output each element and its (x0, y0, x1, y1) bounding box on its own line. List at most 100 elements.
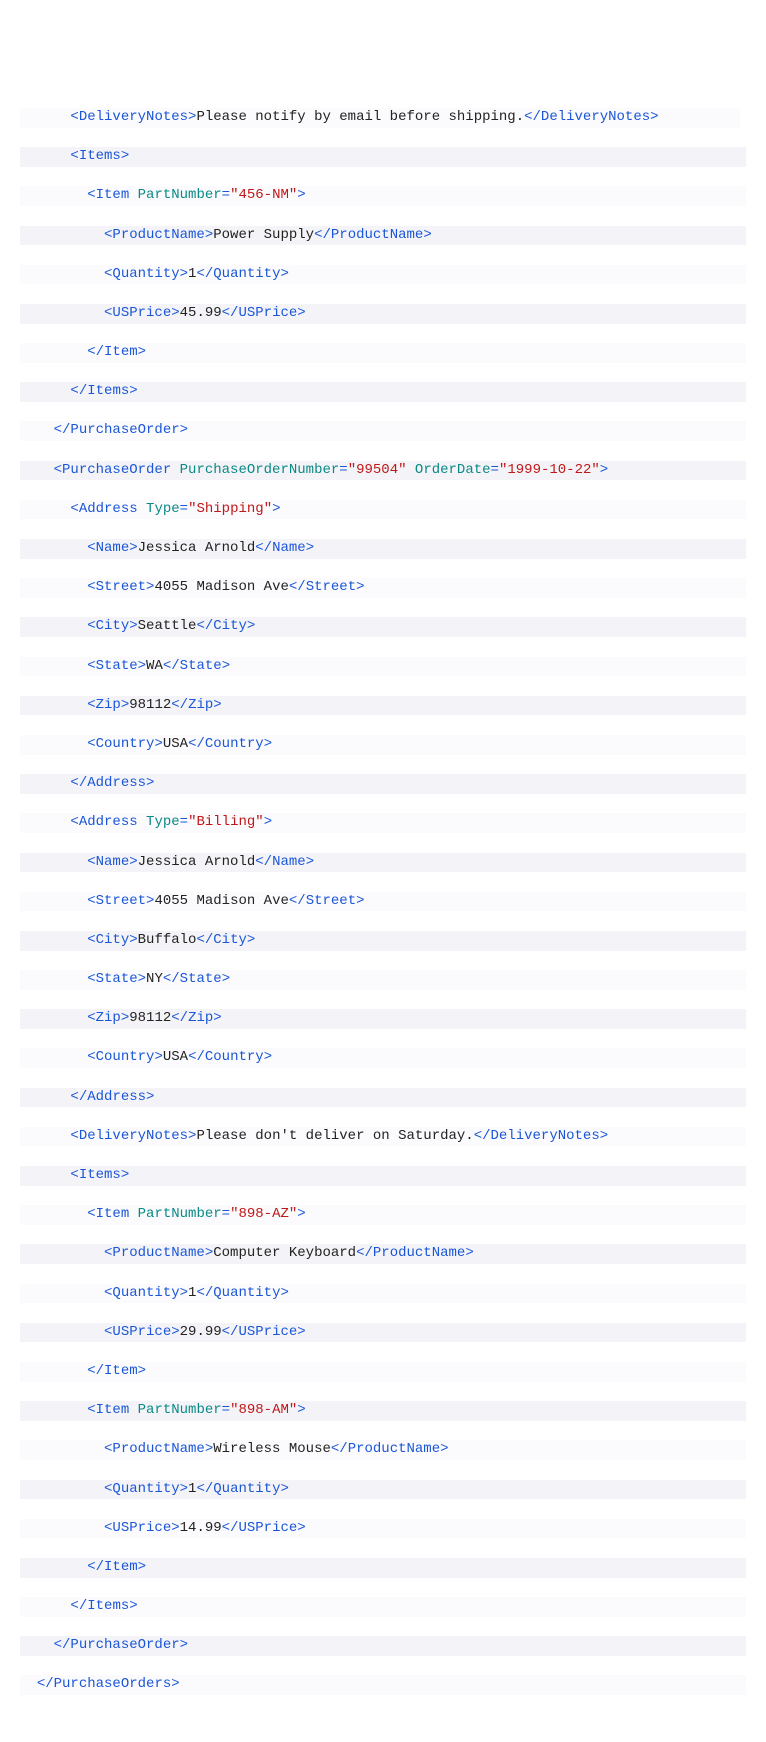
code-line: </PurchaseOrders> (20, 1675, 746, 1695)
xml-text: USA (163, 1049, 188, 1065)
xml-text: 29.99 (180, 1324, 222, 1340)
code-line: </PurchaseOrder> (20, 421, 746, 441)
code-line: <State>NY</State> (20, 970, 746, 990)
xml-attr-name: OrderDate (415, 462, 491, 478)
xml-tag: Item (96, 1402, 130, 1418)
xml-attr-value: Billing (196, 814, 255, 830)
xml-attr-value: 1999-10-22 (507, 462, 591, 478)
xml-attr-name: PurchaseOrderNumber (180, 462, 340, 478)
xml-text: Jessica Arnold (138, 854, 256, 870)
code-line: <Items> (20, 1166, 746, 1186)
code-line: <ProductName>Wireless Mouse</ProductName… (20, 1440, 746, 1460)
code-line: <Item PartNumber="456-NM"> (20, 186, 746, 206)
code-line: </Address> (20, 1088, 746, 1108)
code-line: <USPrice>29.99</USPrice> (20, 1323, 746, 1343)
code-line: <Quantity>1</Quantity> (20, 265, 746, 285)
xml-tag: Address (79, 501, 138, 517)
code-line: <Quantity>1</Quantity> (20, 1284, 746, 1304)
xml-code-block: <DeliveryNotes>Please notify by email be… (20, 88, 746, 1714)
code-line: <Zip>98112</Zip> (20, 1009, 746, 1029)
xml-tag: Quantity (112, 1285, 179, 1301)
xml-tag: Items (87, 383, 129, 399)
xml-tag: USPrice (112, 1520, 171, 1536)
xml-text: 98112 (129, 1010, 171, 1026)
xml-tag: City (96, 932, 130, 948)
xml-tag: Item (96, 1206, 130, 1222)
code-line: <Item PartNumber="898-AZ"> (20, 1205, 746, 1225)
xml-tag: Item (104, 344, 138, 360)
xml-tag: Street (96, 579, 146, 595)
xml-text: NY (146, 971, 163, 987)
code-line: <USPrice>45.99</USPrice> (20, 304, 746, 324)
xml-tag: PurchaseOrder (62, 462, 171, 478)
xml-attr-name: PartNumber (138, 187, 222, 203)
code-line: <Street>4055 Madison Ave</Street> (20, 892, 746, 912)
xml-attr-value: Shipping (196, 501, 263, 517)
xml-text: 1 (188, 1285, 196, 1301)
code-line: <Country>USA</Country> (20, 1048, 746, 1068)
code-line: <Address Type="Shipping"> (20, 500, 746, 520)
xml-text: 14.99 (180, 1520, 222, 1536)
xml-tag: Address (87, 775, 146, 791)
xml-attr-name: Type (146, 814, 180, 830)
code-line: </Item> (20, 343, 746, 363)
xml-text: 1 (188, 1481, 196, 1497)
xml-tag: Address (79, 814, 138, 830)
xml-tag: PurchaseOrder (70, 422, 179, 438)
code-line: <Name>Jessica Arnold</Name> (20, 853, 746, 873)
xml-tag: Street (96, 893, 146, 909)
xml-tag: Address (87, 1089, 146, 1105)
code-line: <City>Buffalo</City> (20, 931, 746, 951)
code-line: <Item PartNumber="898-AM"> (20, 1401, 746, 1421)
code-line: <Name>Jessica Arnold</Name> (20, 539, 746, 559)
xml-tag: DeliveryNotes (79, 109, 188, 125)
xml-text: Power Supply (213, 227, 314, 243)
xml-text: Wireless Mouse (213, 1441, 331, 1457)
xml-text: 4055 Madison Ave (154, 893, 288, 909)
xml-tag: State (96, 971, 138, 987)
code-line: <City>Seattle</City> (20, 617, 746, 637)
xml-tag: Country (96, 1049, 155, 1065)
code-line: </Item> (20, 1558, 746, 1578)
xml-tag: PurchaseOrder (70, 1637, 179, 1653)
xml-text: Buffalo (138, 932, 197, 948)
xml-tag: Quantity (112, 1481, 179, 1497)
xml-attr-value: 456-NM (238, 187, 288, 203)
xml-tag: ProductName (112, 1245, 204, 1261)
code-line: <ProductName>Computer Keyboard</ProductN… (20, 1244, 746, 1264)
xml-tag: ProductName (112, 1441, 204, 1457)
xml-tag: Items (79, 1167, 121, 1183)
xml-attr-name: PartNumber (138, 1206, 222, 1222)
xml-tag: Item (104, 1363, 138, 1379)
xml-tag: Items (79, 148, 121, 164)
xml-tag: DeliveryNotes (541, 109, 650, 125)
code-line: <State>WA</State> (20, 657, 746, 677)
code-line: <DeliveryNotes>Please notify by email be… (20, 108, 740, 128)
xml-text: Computer Keyboard (213, 1245, 356, 1261)
xml-tag: Item (96, 187, 130, 203)
xml-text: 45.99 (180, 305, 222, 321)
xml-tag: Quantity (112, 266, 179, 282)
xml-tag: City (96, 618, 130, 634)
code-line: </Items> (20, 382, 746, 402)
code-line: <USPrice>14.99</USPrice> (20, 1519, 746, 1539)
code-line: <Zip>98112</Zip> (20, 696, 746, 716)
xml-tag: Zip (96, 697, 121, 713)
code-line: </Items> (20, 1597, 746, 1617)
xml-tag: State (96, 658, 138, 674)
xml-tag: Items (87, 1598, 129, 1614)
code-line: <ProductName>Power Supply</ProductName> (20, 226, 746, 246)
xml-tag: Name (96, 854, 130, 870)
xml-tag: Name (96, 540, 130, 556)
xml-text: Jessica Arnold (138, 540, 256, 556)
code-line: <Country>USA</Country> (20, 735, 746, 755)
xml-tag: Country (96, 736, 155, 752)
xml-text: WA (146, 658, 163, 674)
xml-attr-value: 898-AM (238, 1402, 288, 1418)
xml-attr-name: PartNumber (138, 1402, 222, 1418)
xml-text: 4055 Madison Ave (154, 579, 288, 595)
xml-tag: ProductName (112, 227, 204, 243)
code-line: <Address Type="Billing"> (20, 813, 746, 833)
code-line: </Item> (20, 1362, 746, 1382)
xml-tag: Item (104, 1559, 138, 1575)
